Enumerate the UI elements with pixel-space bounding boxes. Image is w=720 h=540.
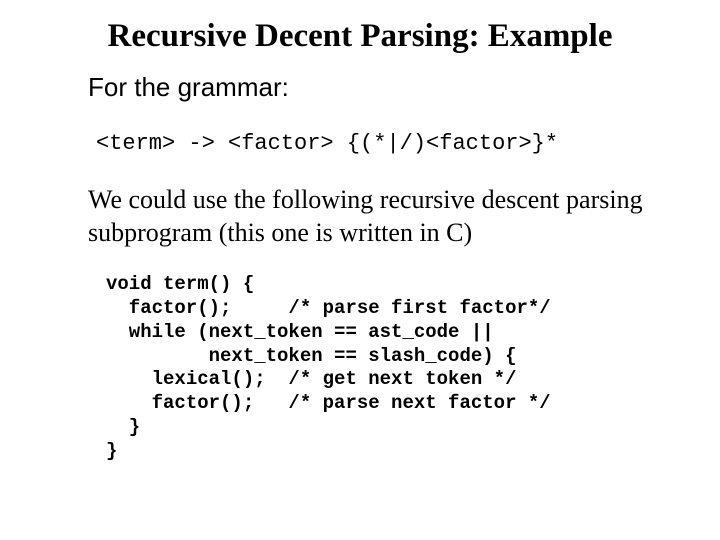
grammar-rule: <term> -> <factor> {(*|/)<factor>}*: [96, 131, 650, 156]
explain-text: We could use the following recursive des…: [88, 184, 650, 249]
slide-title: Recursive Decent Parsing: Example: [40, 18, 680, 54]
slide: Recursive Decent Parsing: Example For th…: [0, 0, 720, 540]
slide-body: For the grammar: <term> -> <factor> {(*|…: [40, 72, 680, 463]
lead-text: For the grammar:: [88, 72, 650, 103]
code-block: void term() { factor(); /* parse first f…: [106, 273, 650, 463]
